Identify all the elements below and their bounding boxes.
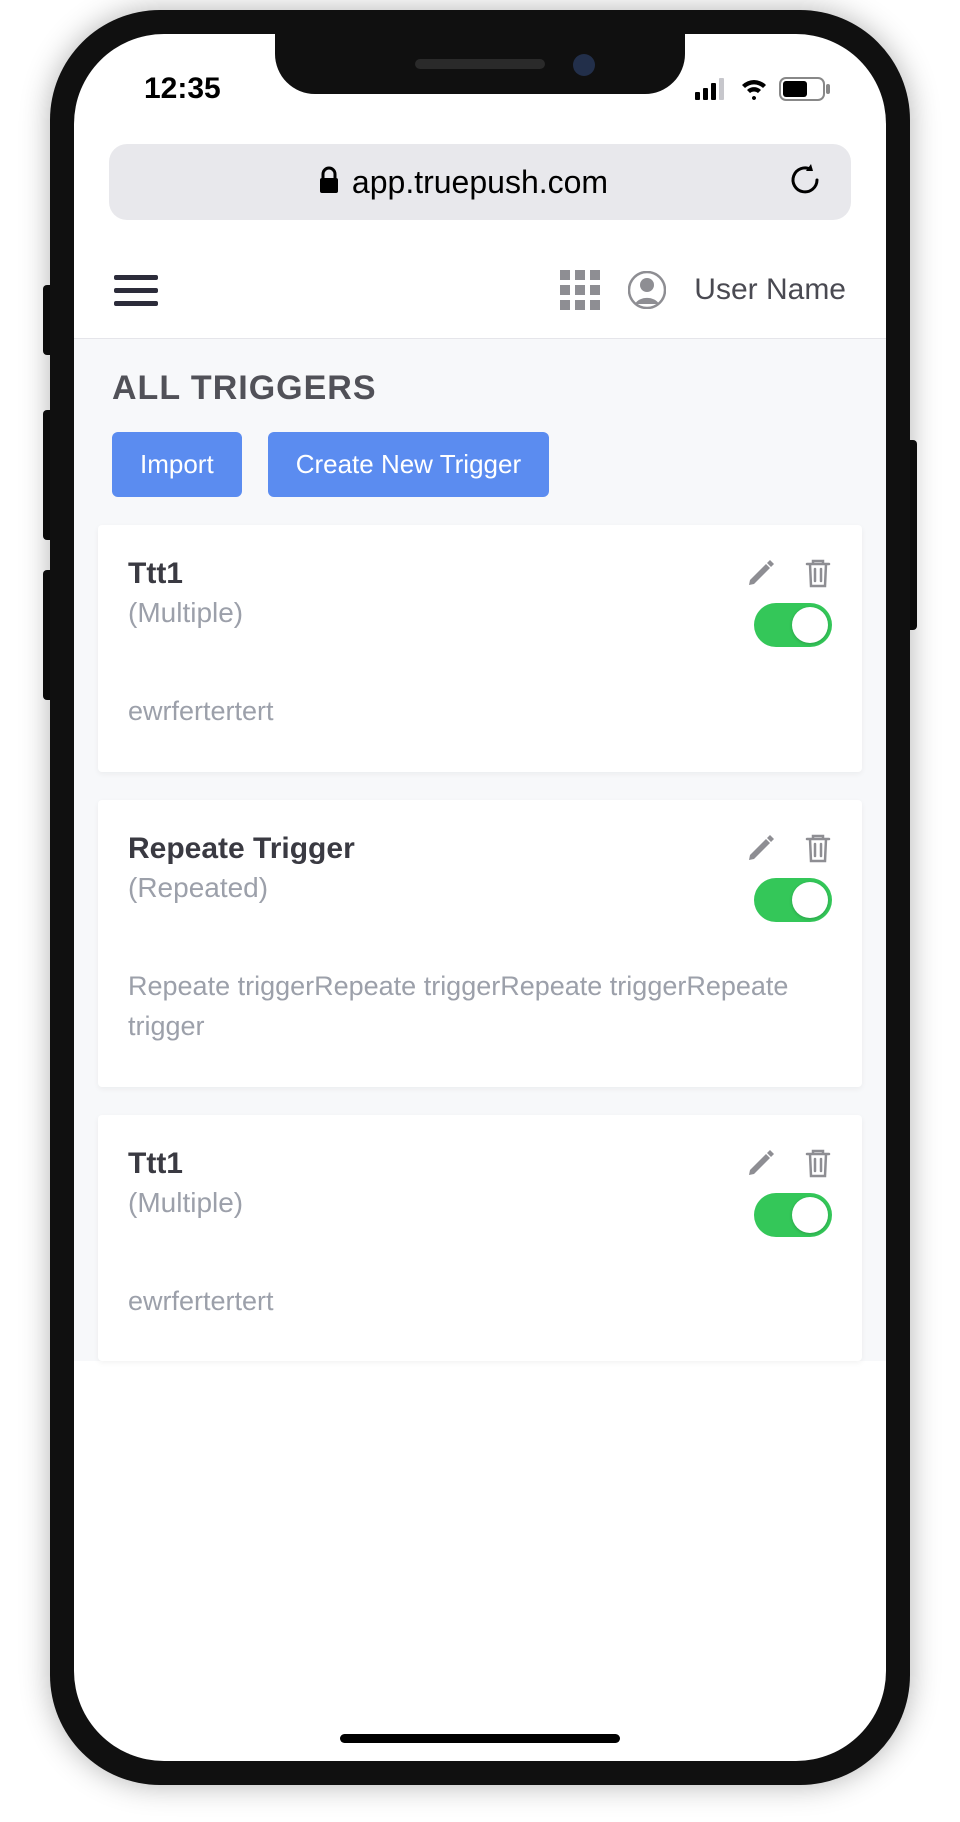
lock-icon <box>318 166 340 199</box>
trigger-type: (Repeated) <box>128 872 746 904</box>
card-icons <box>746 832 832 864</box>
url-container: app.truepush.com <box>137 164 789 201</box>
card-title-block: Repeate Trigger (Repeated) <box>128 832 746 904</box>
delete-icon[interactable] <box>804 832 832 864</box>
card-header: Ttt1 (Multiple) <box>128 557 832 647</box>
browser-address-bar[interactable]: app.truepush.com <box>109 144 851 220</box>
card-actions <box>746 557 832 647</box>
delete-icon[interactable] <box>804 1147 832 1179</box>
delete-icon[interactable] <box>804 557 832 589</box>
trigger-card: Ttt1 (Multiple) <box>98 525 862 772</box>
username-label[interactable]: User Name <box>694 273 846 307</box>
import-button[interactable]: Import <box>112 432 242 497</box>
phone-frame: 12:35 <box>50 10 910 1785</box>
wifi-icon <box>739 78 769 100</box>
trigger-title: Ttt1 <box>128 1147 746 1181</box>
phone-mute-switch <box>43 285 50 355</box>
trigger-title: Ttt1 <box>128 557 746 591</box>
app-area: User Name ALL TRIGGERS Import Create New… <box>74 242 886 1361</box>
status-icons <box>695 77 831 101</box>
phone-notch <box>275 34 685 94</box>
phone-screen: 12:35 <box>74 34 886 1761</box>
refresh-icon[interactable] <box>789 162 823 203</box>
card-header: Ttt1 (Multiple) <box>128 1147 832 1237</box>
enable-toggle[interactable] <box>754 603 832 647</box>
trigger-type: (Multiple) <box>128 597 746 629</box>
user-avatar-icon[interactable] <box>628 271 666 309</box>
apps-grid-icon[interactable] <box>560 270 600 310</box>
app-header: User Name <box>74 242 886 339</box>
enable-toggle[interactable] <box>754 1193 832 1237</box>
card-icons <box>746 557 832 589</box>
edit-icon[interactable] <box>746 1148 776 1178</box>
edit-icon[interactable] <box>746 558 776 588</box>
card-title-block: Ttt1 (Multiple) <box>128 1147 746 1219</box>
front-camera <box>573 54 595 76</box>
header-right: User Name <box>560 270 846 310</box>
card-title-block: Ttt1 (Multiple) <box>128 557 746 629</box>
card-actions <box>746 832 832 922</box>
phone-power-button <box>910 440 917 630</box>
enable-toggle[interactable] <box>754 878 832 922</box>
trigger-description: Repeate triggerRepeate triggerRepeate tr… <box>128 966 832 1047</box>
url-text: app.truepush.com <box>352 164 608 201</box>
cellular-signal-icon <box>695 78 729 100</box>
home-indicator[interactable] <box>340 1734 620 1743</box>
trigger-description: ewrfertertert <box>128 691 832 732</box>
page-title: ALL TRIGGERS <box>82 339 878 432</box>
battery-icon <box>779 77 831 101</box>
trigger-title: Repeate Trigger <box>128 832 746 866</box>
page-content: ALL TRIGGERS Import Create New Trigger T… <box>74 339 886 1361</box>
card-actions <box>746 1147 832 1237</box>
phone-volume-up <box>43 410 50 540</box>
trigger-card: Repeate Trigger (Repeated) <box>98 800 862 1087</box>
trigger-description: ewrfertertert <box>128 1281 832 1322</box>
status-time: 12:35 <box>144 72 221 106</box>
card-icons <box>746 1147 832 1179</box>
hamburger-menu-icon[interactable] <box>114 275 158 306</box>
phone-volume-down <box>43 570 50 700</box>
edit-icon[interactable] <box>746 833 776 863</box>
create-new-trigger-button[interactable]: Create New Trigger <box>268 432 549 497</box>
card-header: Repeate Trigger (Repeated) <box>128 832 832 922</box>
action-buttons: Import Create New Trigger <box>82 432 878 525</box>
trigger-card: Ttt1 (Multiple) <box>98 1115 862 1362</box>
trigger-type: (Multiple) <box>128 1187 746 1219</box>
